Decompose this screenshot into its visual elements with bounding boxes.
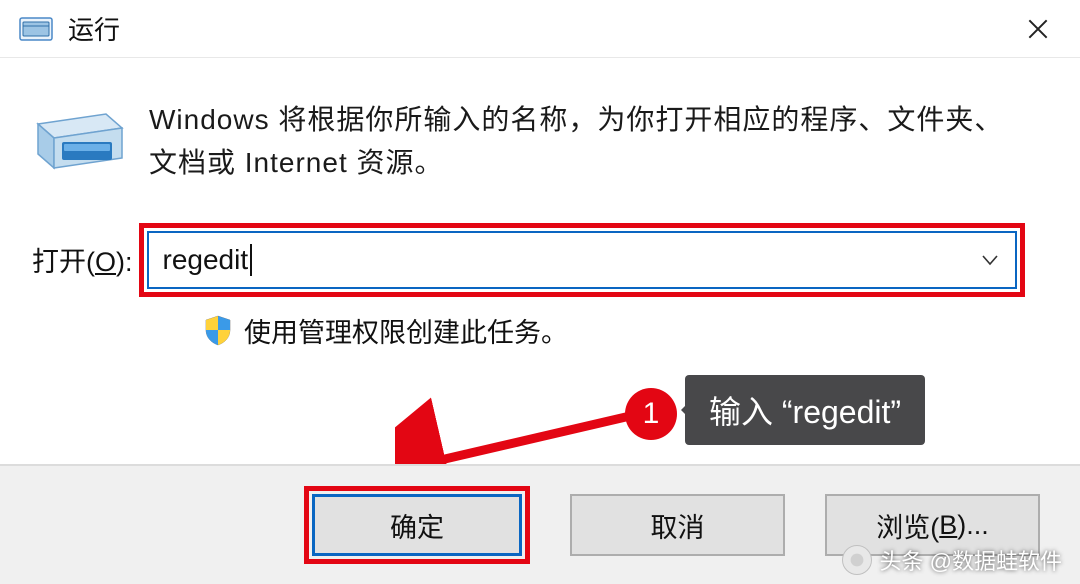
input-highlight-box: regedit <box>139 223 1025 297</box>
open-combobox[interactable]: regedit <box>147 231 1017 289</box>
tooltip-text: 输入 “regedit” <box>709 394 901 430</box>
dialog-content: Windows 将根据你所输入的名称，为你打开相应的程序、文件夹、文档或 Int… <box>0 58 1080 350</box>
admin-note-text: 使用管理权限创建此任务。 <box>244 311 568 350</box>
uac-shield-icon <box>202 314 234 346</box>
cancel-button[interactable]: 取消 <box>570 494 785 556</box>
watermark-text: 头条 @数据蛙软件 <box>880 544 1062 576</box>
description-text: Windows 将根据你所输入的名称，为你打开相应的程序、文件夹、文档或 Int… <box>149 98 1025 185</box>
annotation-tooltip: 输入 “regedit” <box>685 375 925 445</box>
run-dialog-icon <box>18 14 54 44</box>
browse-suffix: )... <box>957 510 989 541</box>
button-bar: 确定 取消 浏览(B)... 头条 @数据蛙软件 <box>0 464 1080 584</box>
watermark-icon <box>842 545 872 575</box>
dialog-title: 运行 <box>68 10 120 47</box>
close-button[interactable] <box>1018 9 1058 49</box>
open-input-text: regedit <box>163 244 249 276</box>
ok-highlight-box: 确定 <box>304 486 530 564</box>
open-label-prefix: 打开( <box>32 247 95 277</box>
admin-row: 使用管理权限创建此任务。 <box>32 311 1025 350</box>
chevron-down-icon[interactable] <box>979 249 1001 271</box>
description-row: Windows 将根据你所输入的名称，为你打开相应的程序、文件夹、文档或 Int… <box>32 98 1025 185</box>
browse-hotkey: B <box>939 510 957 541</box>
open-label: 打开(O): <box>32 240 133 279</box>
open-input-value: regedit <box>163 244 253 276</box>
open-label-hotkey: O <box>95 247 116 277</box>
open-label-suffix: ): <box>116 247 133 277</box>
title-left: 运行 <box>18 10 120 47</box>
step-number: 1 <box>643 397 660 431</box>
text-caret <box>250 244 252 276</box>
browse-prefix: 浏览( <box>876 506 939 545</box>
watermark: 头条 @数据蛙软件 <box>842 544 1062 576</box>
titlebar: 运行 <box>0 0 1080 58</box>
ok-button[interactable]: 确定 <box>312 494 522 556</box>
run-large-icon <box>32 102 127 177</box>
open-row: 打开(O): regedit <box>32 223 1025 297</box>
